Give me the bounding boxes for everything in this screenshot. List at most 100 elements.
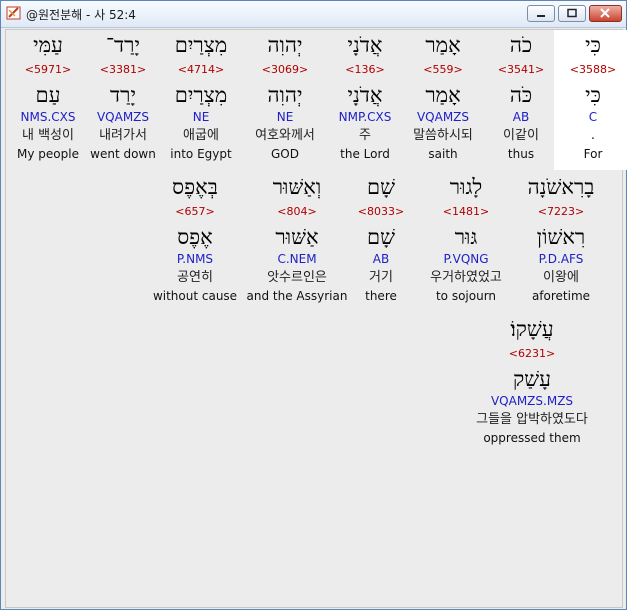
korean-gloss: 주 <box>359 128 371 143</box>
word-token[interactable]: בָרִאשֹׁנָה <7223> רִאשׁוֹן P.D.AFS 이왕에 … <box>522 172 600 312</box>
korean-gloss: 애굽에 <box>183 128 219 143</box>
english-gloss: and the Assyrian <box>246 289 348 303</box>
morphology-code[interactable]: C.NEM <box>246 252 348 266</box>
morphology-code[interactable]: C <box>554 110 627 124</box>
strong-number[interactable]: <804> <box>246 205 348 219</box>
strong-number[interactable]: <3541> <box>482 63 560 77</box>
korean-gloss: 우거하였었고 <box>430 270 502 285</box>
minimize-icon <box>537 15 545 17</box>
word-token[interactable]: אֲדֹנָי <136> אֲדֹנָי NMP.CXS 주 the Lord <box>326 30 404 170</box>
hebrew-lemma: רִאשׁוֹן <box>536 225 586 249</box>
hebrew-lemma: אָמַר <box>425 83 461 107</box>
english-gloss: without cause <box>152 289 238 303</box>
strong-number[interactable]: <7223> <box>522 205 600 219</box>
korean-gloss: 말씀하시되 <box>413 128 473 143</box>
korean-gloss: 내 백성이 <box>22 128 74 143</box>
strong-number[interactable]: <3069> <box>246 63 324 77</box>
hebrew-word: עֲשָׁקוֹ׃ <box>510 317 554 341</box>
hebrew-lemma: אֶפֶס <box>177 225 213 249</box>
hebrew-lemma: עַם <box>35 83 61 107</box>
maximize-icon <box>567 8 577 18</box>
hebrew-word: מִצְרַיִם <box>174 33 228 57</box>
word-token[interactable]: כִּי <3588> כִּי C . For <box>554 30 627 170</box>
strong-number[interactable]: <3381> <box>84 63 162 77</box>
hebrew-lemma: יְהוִה <box>267 83 303 107</box>
english-gloss: the Lord <box>340 147 390 161</box>
korean-gloss: 앗수르인은 <box>267 270 327 285</box>
strong-number[interactable]: <8033> <box>352 205 410 219</box>
word-token[interactable]: לָגוּר <1481> גּוּר P.VQNG 우거하였었고 to soj… <box>422 172 510 312</box>
english-gloss: saith <box>428 147 458 161</box>
morphology-code[interactable]: AB <box>352 252 410 266</box>
morphology-code[interactable]: P.D.AFS <box>522 252 600 266</box>
strong-number[interactable]: <3588> <box>554 63 627 77</box>
korean-gloss: . <box>590 128 596 143</box>
word-token[interactable]: שָׁם <8033> שָׁם AB 거기 there <box>352 172 410 312</box>
hebrew-word: בְּאֶפֶס <box>172 175 218 199</box>
morphology-code[interactable]: NMS.CXS <box>9 110 87 124</box>
word-token[interactable]: יָרַד־ <3381> יָרַד VQAMZS 내려가서 went dow… <box>84 30 162 170</box>
morphology-code[interactable]: P.NMS <box>150 252 240 266</box>
korean-gloss: 그들을 압박하였도다 <box>476 412 588 427</box>
word-token[interactable]: עַמִּי <5971> עַם NMS.CXS 내 백성이 My peopl… <box>9 30 87 170</box>
strong-number[interactable]: <1481> <box>422 205 510 219</box>
hebrew-lemma: מִצְרַיִם <box>174 83 228 107</box>
hebrew-word: לָגוּר <box>449 175 483 199</box>
morphology-code[interactable]: NMP.CXS <box>326 110 404 124</box>
app-window: @원전분해 - 사 52:4 כִּי <3588> כִּי C . For … <box>0 0 627 610</box>
hebrew-lemma: יָרַד <box>110 83 136 107</box>
morphology-code[interactable]: VQAMZS.MZS <box>452 394 612 408</box>
hebrew-word: בָרִאשֹׁנָה <box>527 175 595 199</box>
hebrew-word: כִּי <box>585 33 601 57</box>
title-bar[interactable]: @원전분해 - 사 52:4 <box>1 1 626 28</box>
strong-number[interactable]: <657> <box>150 205 240 219</box>
close-button[interactable] <box>589 5 622 22</box>
hebrew-word: וְאַשּׁוּר <box>272 175 322 199</box>
english-gloss: went down <box>90 147 156 161</box>
word-token[interactable]: מִצְרַיִם <4714> מִצְרַיִם NE 애굽에 into E… <box>162 30 240 170</box>
strong-number[interactable]: <4714> <box>162 63 240 77</box>
morphology-code[interactable]: NE <box>246 110 324 124</box>
korean-gloss: 내려가서 <box>99 128 147 143</box>
english-gloss: into Egypt <box>170 147 232 161</box>
strong-number[interactable]: <136> <box>326 63 404 77</box>
korean-gloss: 거기 <box>369 270 393 285</box>
strong-number[interactable]: <5971> <box>9 63 87 77</box>
hebrew-lemma: אַשּׁוּר <box>275 225 319 249</box>
english-gloss: to sojourn <box>435 289 497 303</box>
bible-tool-icon <box>6 5 22 21</box>
english-gloss: My people <box>17 147 79 161</box>
strong-number[interactable]: <559> <box>404 63 482 77</box>
maximize-button[interactable] <box>558 5 586 22</box>
morphology-code[interactable]: P.VQNG <box>422 252 510 266</box>
morphology-code[interactable]: AB <box>482 110 560 124</box>
english-gloss: aforetime <box>531 289 591 303</box>
minimize-button[interactable] <box>527 5 555 22</box>
word-token[interactable]: אָמַר <559> אָמַר VQAMZS 말씀하시되 saith <box>404 30 482 170</box>
window-title: @원전분해 - 사 52:4 <box>26 8 136 22</box>
hebrew-lemma: אֲדֹנָי <box>347 83 383 107</box>
interlinear-panel[interactable]: כִּי <3588> כִּי C . For כֹה <3541> כֹּה… <box>5 29 627 608</box>
hebrew-lemma: כֹּה <box>509 83 533 107</box>
korean-gloss: 이같이 <box>503 128 539 143</box>
word-token[interactable]: כֹה <3541> כֹּה AB 이같이 thus <box>482 30 560 170</box>
word-token[interactable]: וְאַשּׁוּר <804> אַשּׁוּר C.NEM 앗수르인은 an… <box>246 172 348 312</box>
hebrew-word: יְהוִה <box>267 33 303 57</box>
english-gloss: oppressed them <box>483 431 581 445</box>
morphology-code[interactable]: VQAMZS <box>404 110 482 124</box>
hebrew-word: עַמִּי <box>33 33 63 57</box>
word-token[interactable]: עֲשָׁקוֹ׃ <6231> עָשַׁק VQAMZS.MZS 그들을 압… <box>452 314 612 454</box>
hebrew-lemma: כִּי <box>585 83 601 107</box>
hebrew-word: אָמַר <box>425 33 461 57</box>
word-token[interactable]: בְּאֶפֶס <657> אֶפֶס P.NMS 공연히 without c… <box>150 172 240 312</box>
close-icon <box>600 8 610 18</box>
korean-gloss: 여호와께서 <box>255 128 315 143</box>
english-gloss: thus <box>507 147 535 161</box>
morphology-code[interactable]: VQAMZS <box>84 110 162 124</box>
english-gloss: there <box>365 289 397 303</box>
strong-number[interactable]: <6231> <box>452 347 612 361</box>
morphology-code[interactable]: NE <box>162 110 240 124</box>
english-gloss: For <box>583 147 603 161</box>
word-token[interactable]: יְהוִה <3069> יְהוִה NE 여호와께서 GOD <box>246 30 324 170</box>
hebrew-lemma: גּוּר <box>454 225 478 249</box>
